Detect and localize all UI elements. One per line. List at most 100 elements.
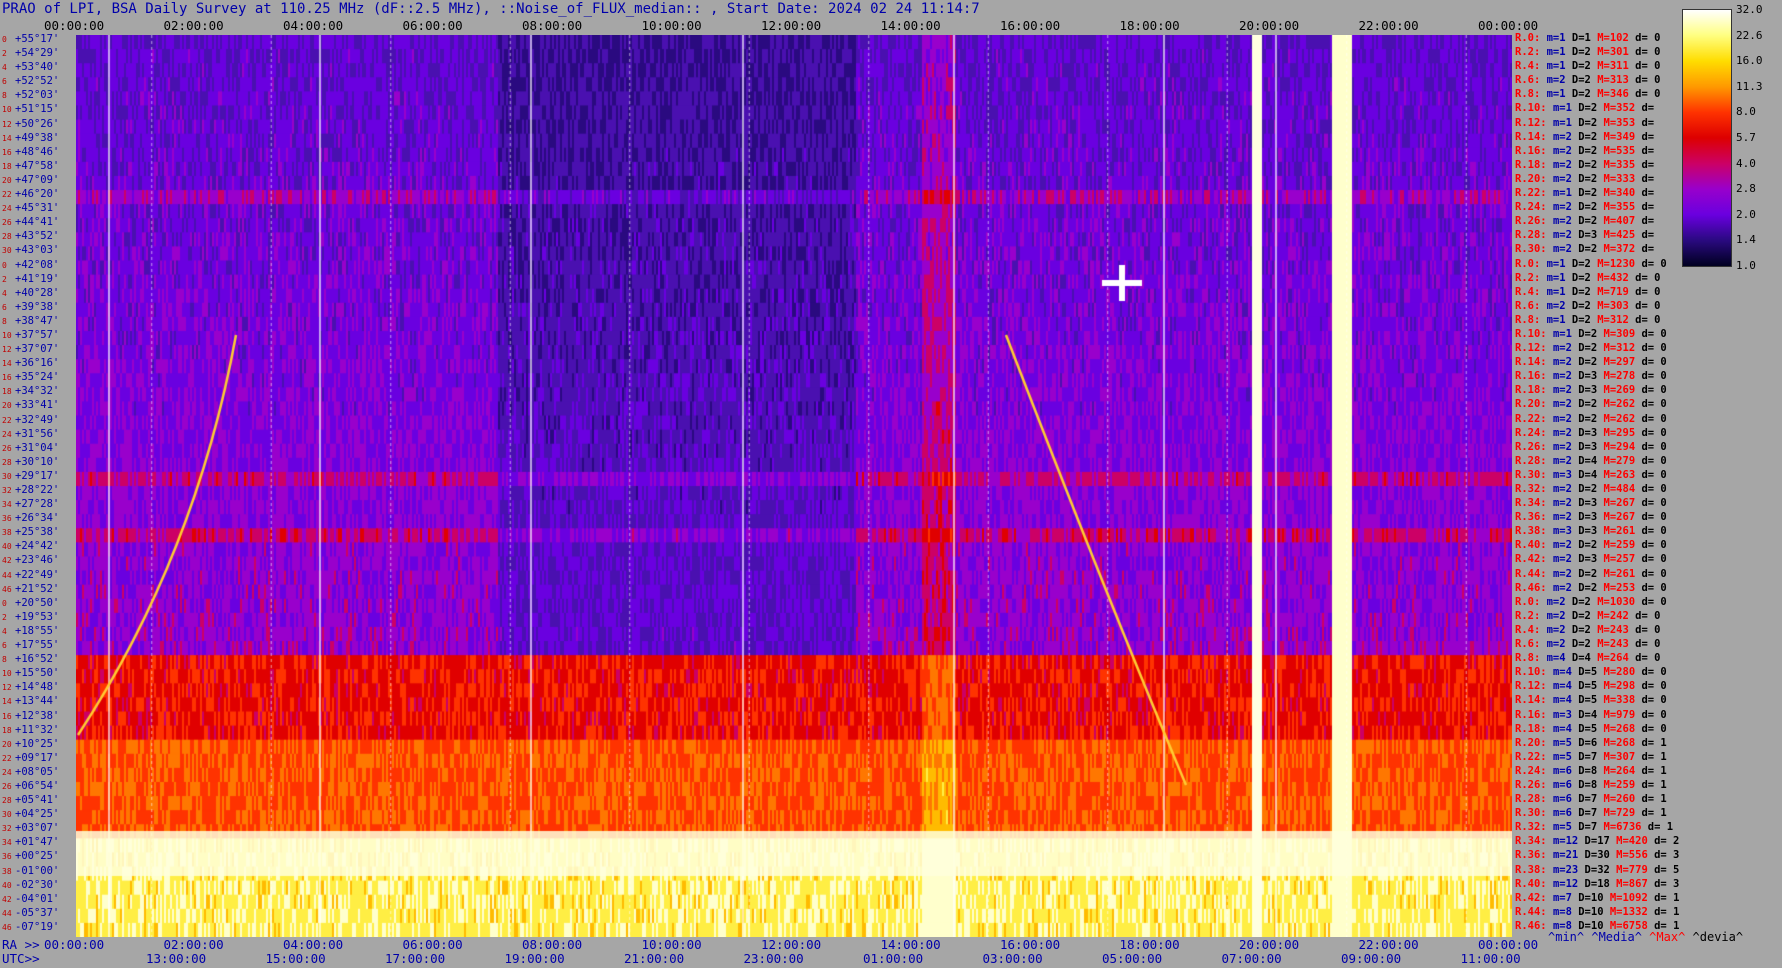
utc-tick-label: 23:00:00 <box>743 951 804 966</box>
row-stat-field: R.4: <box>1515 285 1547 298</box>
declination-label: +30°10' <box>15 455 60 468</box>
row-number: 22 <box>2 415 12 425</box>
row-number: 36 <box>2 852 12 862</box>
row-stat-field: m=1 <box>1552 187 1579 200</box>
row-stat: R.14: m=4 D=5 M=338 d= 0 <box>1515 694 1673 706</box>
row-stat-field: R.16: <box>1515 370 1553 383</box>
declination-label: +26°34' <box>15 512 60 525</box>
row-stat-field: d= <box>1641 158 1661 171</box>
legend-item: ^min^ <box>1548 930 1585 944</box>
row-stat-field: M=309 <box>1603 327 1642 340</box>
row-stat-field: d= 1 <box>1641 793 1674 806</box>
row-stat-field: m=23 <box>1552 863 1585 876</box>
row-stat-field: d= 0 <box>1635 638 1667 651</box>
row-stat-field: d= <box>1641 215 1661 228</box>
row-stat-field: R.36: <box>1515 511 1553 524</box>
row-stat-field: M=268 <box>1603 736 1642 749</box>
x-top-tick-label: 14:00:00 <box>880 18 941 33</box>
row-number: 20 <box>2 739 12 749</box>
row-stat-field: R.10: <box>1515 102 1553 115</box>
row-stat-field: D=2 <box>1571 299 1598 312</box>
row-stat-field: D=2 <box>1578 187 1604 200</box>
colorbar-tick-label: 8.0 <box>1736 105 1756 119</box>
row-stat: R.14: m=2 D=2 M=349 d= <box>1515 131 1660 143</box>
row-stat-field: M=556 <box>1616 849 1655 862</box>
row-stat: R.6: m=2 D=2 M=303 d= 0 <box>1515 300 1667 312</box>
row-stat-field: d= <box>1641 187 1661 200</box>
row-stat-field: D=2 <box>1578 158 1604 171</box>
row-number: 34 <box>2 838 12 848</box>
row-stat-field: d= 1 <box>1647 821 1680 834</box>
x-top-tick-label: 00:00:00 <box>44 18 105 33</box>
row-stat-field: R.16: <box>1515 708 1553 721</box>
row-stat-field: M=407 <box>1603 215 1642 228</box>
row-stat-field: M=264 <box>1603 764 1642 777</box>
row-stat-field: d= 1 <box>1654 905 1686 918</box>
row-stat: R.30: m=2 D=2 M=372 d= <box>1515 243 1660 255</box>
row-stat-field: m=3 <box>1552 708 1579 721</box>
row-stat-field: m=1 <box>1546 285 1572 298</box>
row-stat-field: R.32: <box>1515 483 1553 495</box>
declination-label: +10°25' <box>15 737 60 750</box>
row-stat-field: D=2 <box>1578 201 1604 214</box>
row-stat-field: m=6 <box>1552 764 1579 777</box>
row-stat-field: R.8: <box>1515 652 1547 665</box>
declination-label: +53°40' <box>15 61 60 74</box>
row-stat-field: R.0: <box>1515 32 1547 44</box>
row-stat-field: D=17 <box>1584 835 1617 848</box>
row-stat: R.20: m=2 D=2 M=262 d= 0 <box>1515 398 1673 410</box>
row-stat-field: d= <box>1641 243 1661 256</box>
x-top-tick-label: 08:00:00 <box>522 18 583 33</box>
row-stat-field: R.24: <box>1515 201 1553 214</box>
row-stat: R.12: m=2 D=2 M=312 d= 0 <box>1515 342 1673 354</box>
row-stat-field: M=268 <box>1603 722 1642 735</box>
row-stat-field: R.0: <box>1515 257 1547 270</box>
row-stat-field: R.18: <box>1515 158 1553 171</box>
row-stat-field: M=484 <box>1603 483 1642 495</box>
row-stat-field: d= 1 <box>1641 807 1674 820</box>
row-stat-field: m=2 <box>1552 384 1579 397</box>
row-stat-field: D=2 <box>1578 243 1604 256</box>
row-stat-field: M=311 <box>1597 60 1636 73</box>
declination-label: +25°38' <box>15 526 60 539</box>
row-stat-field: R.6: <box>1515 299 1547 312</box>
row-number: 8 <box>2 655 7 665</box>
declination-label: +13°44' <box>15 695 60 708</box>
row-stat-field: R.46: <box>1515 581 1553 594</box>
ra-tick-label: 16:00:00 <box>1000 937 1061 952</box>
row-stat-field: R.20: <box>1515 398 1553 411</box>
row-stat-field: R.12: <box>1515 116 1553 129</box>
row-stat-field: d= 0 <box>1641 454 1674 467</box>
row-stat-field: d= 0 <box>1635 88 1667 101</box>
declination-label: +19°53' <box>15 610 60 623</box>
row-number: 18 <box>2 725 12 735</box>
row-stat-field: m=6 <box>1552 793 1579 806</box>
row-stat-field: d= 1 <box>1641 778 1674 791</box>
row-stat-field: D=10 <box>1578 891 1610 904</box>
declination-label: +20°50' <box>15 596 60 609</box>
utc-tick-label: 05:00:00 <box>1102 951 1163 966</box>
utc-tick-label: 07:00:00 <box>1221 951 1282 966</box>
row-stat: R.28: m=6 D=7 M=260 d= 1 <box>1515 793 1673 805</box>
row-stat-field: R.24: <box>1515 764 1553 777</box>
row-number: 32 <box>2 824 12 834</box>
declination-label: +31°56' <box>15 427 60 440</box>
x-top-tick-label: 02:00:00 <box>163 18 224 33</box>
row-stat: R.40: m=12 D=18 M=867 d= 3 <box>1515 878 1686 890</box>
row-stat-field: d= 0 <box>1641 581 1674 594</box>
ra-tick-label: 00:00:00 <box>44 937 105 952</box>
row-stat-field: R.14: <box>1515 356 1553 369</box>
row-stat: R.42: m=7 D=10 M=1092 d= 1 <box>1515 892 1686 904</box>
row-stat-field: m=2 <box>1546 299 1572 312</box>
colorbar-tick-label: 4.0 <box>1736 156 1756 170</box>
declination-label: +34°32' <box>15 385 60 398</box>
row-stat-field: D=2 <box>1571 638 1598 651</box>
row-stat: R.8: m=1 D=2 M=346 d= 0 <box>1515 88 1667 100</box>
row-stat-field: M=267 <box>1603 511 1642 524</box>
row-stat-field: R.12: <box>1515 680 1553 693</box>
row-stat: R.10: m=1 D=2 M=352 d= <box>1515 102 1660 114</box>
legend-item: ^Max^ <box>1649 930 1686 944</box>
x-axis-utc: UTC>> <box>2 951 40 966</box>
declination-label: +47°58' <box>15 159 60 172</box>
row-stat-field: M=333 <box>1603 172 1642 185</box>
